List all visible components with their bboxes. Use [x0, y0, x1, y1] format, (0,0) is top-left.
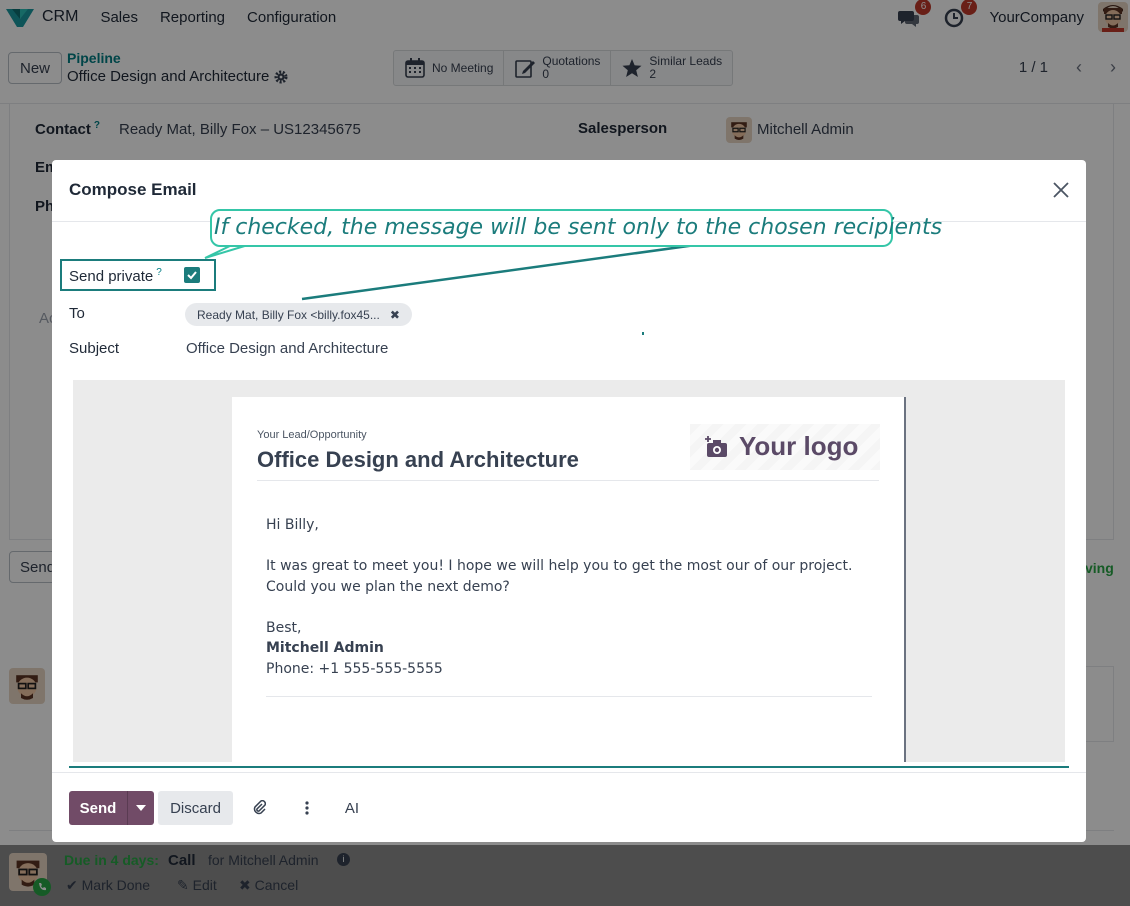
- callout-arrow: [301, 238, 733, 301]
- annotation-arrows: [204, 238, 733, 301]
- annotation-callout: If checked, the message will be sent onl…: [210, 209, 942, 247]
- callout-text: If checked, the message will be sent onl…: [214, 215, 943, 240]
